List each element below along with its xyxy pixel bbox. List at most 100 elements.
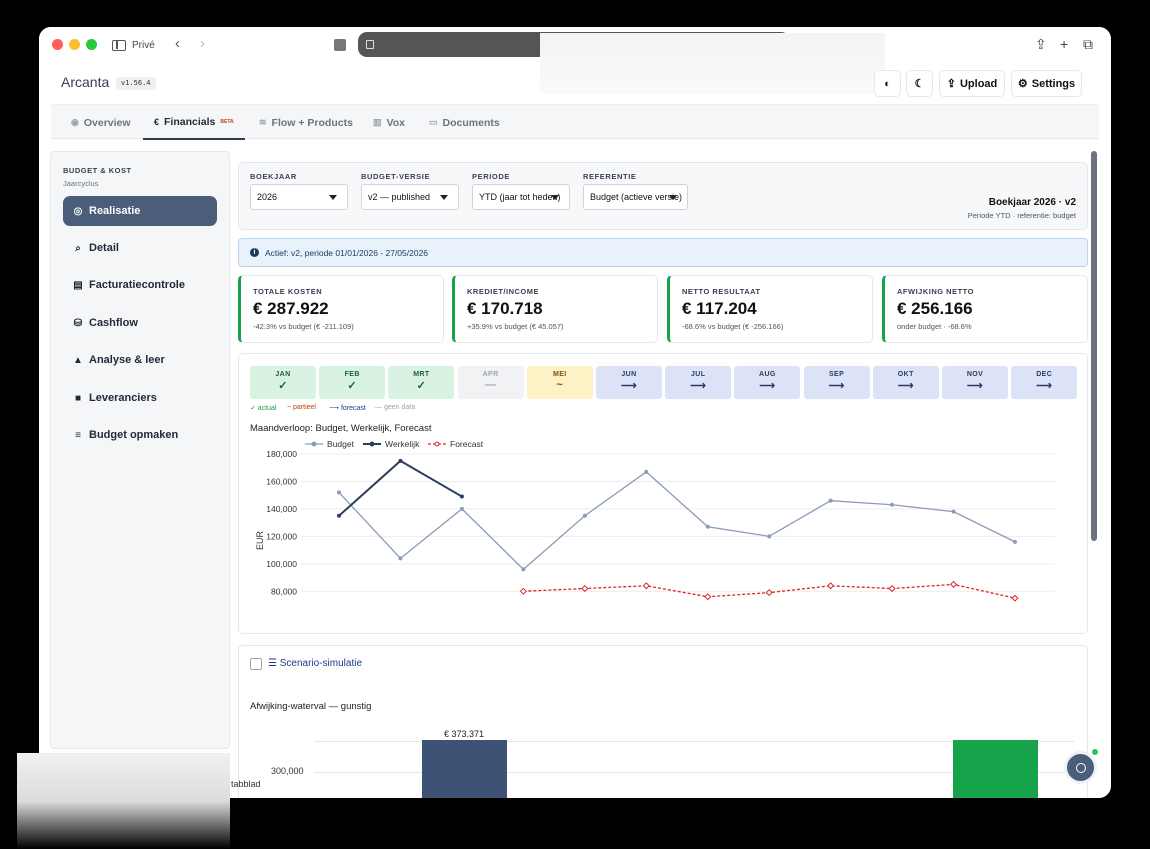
upload-button[interactable]: ⇪ Upload xyxy=(939,70,1005,97)
kpi-card-afwijking-netto: AFWIJKING NETTO € 256.166 onder budget ·… xyxy=(882,275,1088,343)
close-window-icon[interactable] xyxy=(52,39,63,50)
main-scrollbar[interactable] xyxy=(1091,151,1097,541)
month-status-symbol: ✓ xyxy=(278,380,288,392)
tab-documents[interactable]: ▭ Documents xyxy=(429,105,500,140)
x-tick-label: Jan xyxy=(332,618,346,620)
x-tick-label: Jun xyxy=(639,618,653,620)
boekjaar-select[interactable]: 2026 xyxy=(250,184,348,210)
sidebar-toggle-icon[interactable] xyxy=(112,39,126,51)
status-legend-item: ⟶ forecast xyxy=(329,405,366,412)
waterfall-title: Afwijking-waterval — gunstig xyxy=(250,701,372,712)
bar-chart-icon: ▥ xyxy=(373,117,382,127)
data-point xyxy=(519,587,527,595)
settings-label: Settings xyxy=(1031,77,1076,90)
month-status-apr[interactable]: APR — xyxy=(457,366,524,399)
tab-label: Flow + Products xyxy=(271,116,353,129)
x-tick-label: Mrt xyxy=(456,618,469,620)
waterfall-bar-end xyxy=(953,740,1038,798)
tab-favicon-icon[interactable] xyxy=(334,39,346,51)
forward-icon[interactable]: › xyxy=(200,36,205,52)
month-status-mei[interactable]: MEI ~ xyxy=(526,366,593,399)
status-legend-item: — geen data xyxy=(375,404,416,411)
periode-label: PERIODE xyxy=(472,172,510,181)
tab-overview[interactable]: ◉ Overview xyxy=(71,105,131,140)
month-status-mrt[interactable]: MRT ✓ xyxy=(388,366,455,399)
y-tick-label: 80,000 xyxy=(271,586,297,596)
zoom-window-icon[interactable] xyxy=(86,39,97,50)
upload-icon: ⇪ xyxy=(946,78,956,90)
sidebar-item-leveranciers[interactable]: ■ Leveranciers xyxy=(63,383,217,413)
kpi-value: € 287.922 xyxy=(253,299,329,318)
profile-switcher[interactable]: Privé xyxy=(112,36,155,54)
periode-select[interactable]: YTD (jaar tot heden) xyxy=(472,184,570,210)
month-status-okt[interactable]: OKT ⟶ xyxy=(872,366,939,399)
scenario-label[interactable]: ☰ Scenario-simulatie xyxy=(268,658,362,669)
month-name: JUL xyxy=(690,371,706,378)
referentie-select[interactable]: Budget (actieve versie) xyxy=(583,184,688,210)
chat-fab-button[interactable] xyxy=(1064,751,1097,784)
month-status-symbol: — xyxy=(484,379,497,391)
sidebar-item-realisatie[interactable]: ◎ Realisatie xyxy=(63,196,217,226)
tab-vox[interactable]: ▥ Vox xyxy=(373,105,405,140)
legend-marker xyxy=(434,441,440,447)
x-tick-label: Apr xyxy=(517,618,530,620)
contrast-toggle[interactable]: ◐ xyxy=(874,70,901,97)
tab-flow-products[interactable]: ≋ Flow + Products xyxy=(259,105,353,140)
sidebar-item-label: Leveranciers xyxy=(89,392,157,404)
kpi-sub: +35.9% vs budget (€ 45.057) xyxy=(467,322,564,331)
tab-label: Documents xyxy=(442,116,500,129)
data-point xyxy=(951,509,956,514)
redacted-area xyxy=(17,753,230,849)
versie-select[interactable]: v2 — published xyxy=(361,184,459,210)
month-status-symbol: ⟶ xyxy=(966,380,984,392)
settings-button[interactable]: ⚙ Settings xyxy=(1011,70,1082,97)
kpi-value: € 256.166 xyxy=(897,299,973,318)
dark-mode-toggle[interactable]: ☾ xyxy=(906,70,933,97)
sidebar-item-analyse[interactable]: ▲ Analyse & leer xyxy=(63,345,217,375)
data-point xyxy=(765,589,773,597)
sidebar-item-budget-opmaken[interactable]: ≡ Budget opmaken xyxy=(63,420,217,450)
sidebar-item-facturatiecontrole[interactable]: ▤ Facturatiecontrole xyxy=(63,270,217,300)
month-status-symbol: ~ xyxy=(556,379,564,391)
data-point xyxy=(827,582,835,590)
summary-subtitle: Periode YTD · referentie: budget xyxy=(967,211,1076,220)
sidebar-item-label: Budget opmaken xyxy=(89,429,179,441)
kpi-label: TOTALE KOSTEN xyxy=(253,287,323,296)
upload-label: Upload xyxy=(959,77,998,90)
new-tab-icon[interactable]: + xyxy=(1060,36,1068,52)
month-status-dec[interactable]: DEC ⟶ xyxy=(1011,366,1078,399)
tab-hint-text: tabblad xyxy=(231,779,261,789)
month-status-symbol: ⟶ xyxy=(759,380,776,392)
info-text: Actief: v2, periode 01/01/2026 - 27/05/2… xyxy=(265,247,429,258)
data-point xyxy=(1013,539,1017,544)
sidebar-title: BUDGET & KOST xyxy=(63,166,132,175)
month-status-feb[interactable]: FEB ✓ xyxy=(319,366,386,399)
scenario-card: ☰ Scenario-simulatie Afwijking-waterval … xyxy=(238,645,1088,798)
month-status-jun[interactable]: JUN ⟶ xyxy=(596,366,662,399)
scenario-checkbox[interactable] xyxy=(250,658,262,670)
back-icon[interactable]: ‹ xyxy=(175,36,180,52)
month-name: AUG xyxy=(759,371,776,378)
sidebar-item-cashflow[interactable]: ⛁ Cashflow xyxy=(63,308,217,338)
kpi-label: AFWIJKING NETTO xyxy=(897,287,974,296)
kpi-sub: -42.3% vs budget (€ -211.109) xyxy=(253,322,354,331)
sidebar-item-detail[interactable]: ⌕ Detail xyxy=(63,233,217,263)
minimize-window-icon[interactable] xyxy=(69,39,80,50)
tab-financials[interactable]: € Financials BETA xyxy=(143,105,245,140)
month-status-jul[interactable]: JUL ⟶ xyxy=(665,366,732,399)
periode-value: YTD (jaar tot heden) xyxy=(479,192,561,202)
month-status-nov[interactable]: NOV ⟶ xyxy=(942,366,1008,399)
sidebar-item-label: Analyse & leer xyxy=(89,354,165,366)
data-point xyxy=(888,584,896,593)
month-status-sep[interactable]: SEP ⟶ xyxy=(803,366,870,399)
month-status-aug[interactable]: AUG ⟶ xyxy=(734,366,801,399)
sidebar-item-label: Cashflow xyxy=(89,317,138,329)
month-status-jan[interactable]: JAN ✓ xyxy=(250,366,316,399)
redacted-area xyxy=(540,33,885,94)
money-icon: ⛁ xyxy=(73,317,83,329)
tab-overview-icon[interactable]: ⧉ xyxy=(1083,36,1093,52)
share-icon[interactable]: ⇪ xyxy=(1035,36,1047,52)
tab-label: Vox xyxy=(386,116,405,129)
kpi-value: € 117.204 xyxy=(682,299,757,318)
data-point xyxy=(459,506,464,511)
